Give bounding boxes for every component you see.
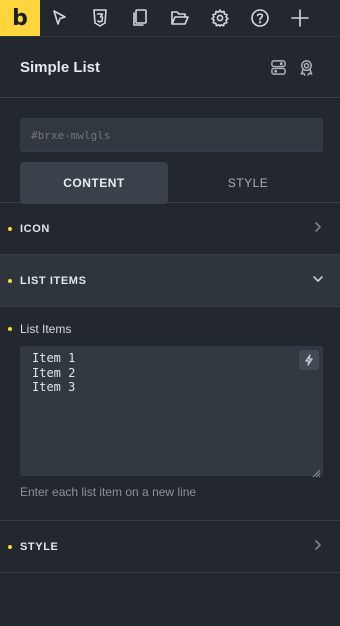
- list-items-textarea-wrap: Item 1 Item 2 Item 3: [20, 346, 323, 478]
- control-group-list-items[interactable]: LIST ITEMS: [0, 255, 340, 307]
- help-icon[interactable]: [240, 0, 280, 36]
- chevron-down-icon: [312, 272, 324, 290]
- add-plus-icon[interactable]: [280, 0, 320, 36]
- list-items-control: List Items Item 1 Item 2 Item 3 Enter ea…: [0, 307, 340, 521]
- chevron-right-icon: [312, 220, 324, 238]
- modified-indicator-dot: [8, 278, 12, 283]
- bricks-logo[interactable]: b: [0, 0, 40, 36]
- folder-icon[interactable]: [160, 0, 200, 36]
- badge-icon[interactable]: [292, 53, 320, 81]
- resize-grip-icon[interactable]: [312, 465, 321, 478]
- tab-style[interactable]: STYLE: [174, 162, 322, 204]
- top-toolbar: b: [0, 0, 340, 37]
- chevron-right-icon: [312, 538, 324, 556]
- group-label: LIST ITEMS: [20, 274, 87, 287]
- tab-content[interactable]: CONTENT: [20, 162, 168, 204]
- group-label: STYLE: [20, 540, 59, 553]
- list-items-hint: Enter each list item on a new line: [20, 485, 197, 499]
- panel-header: Simple List: [0, 37, 340, 98]
- pages-icon[interactable]: [120, 0, 160, 36]
- modified-indicator-dot: [8, 544, 12, 549]
- toggle-layout-icon[interactable]: [264, 53, 292, 81]
- dynamic-data-bolt-icon[interactable]: [299, 350, 319, 370]
- modified-indicator-dot: [8, 226, 12, 231]
- panel-tabs: CONTENT STYLE: [20, 162, 323, 204]
- control-group-style[interactable]: STYLE: [0, 521, 340, 573]
- group-label: ICON: [20, 222, 50, 235]
- element-title: Simple List: [20, 58, 101, 76]
- select-element-icon[interactable]: [40, 0, 80, 36]
- settings-gear-icon[interactable]: [200, 0, 240, 36]
- control-group-icon[interactable]: ICON: [0, 203, 340, 255]
- css-id-input[interactable]: [20, 118, 323, 152]
- list-items-textarea[interactable]: Item 1 Item 2 Item 3: [20, 346, 323, 476]
- element-id-section: CONTENT STYLE: [0, 98, 340, 204]
- control-label-row: List Items: [8, 319, 323, 339]
- modified-indicator-dot: [8, 327, 12, 331]
- list-items-label: List Items: [20, 322, 72, 336]
- css3-icon[interactable]: [80, 0, 120, 36]
